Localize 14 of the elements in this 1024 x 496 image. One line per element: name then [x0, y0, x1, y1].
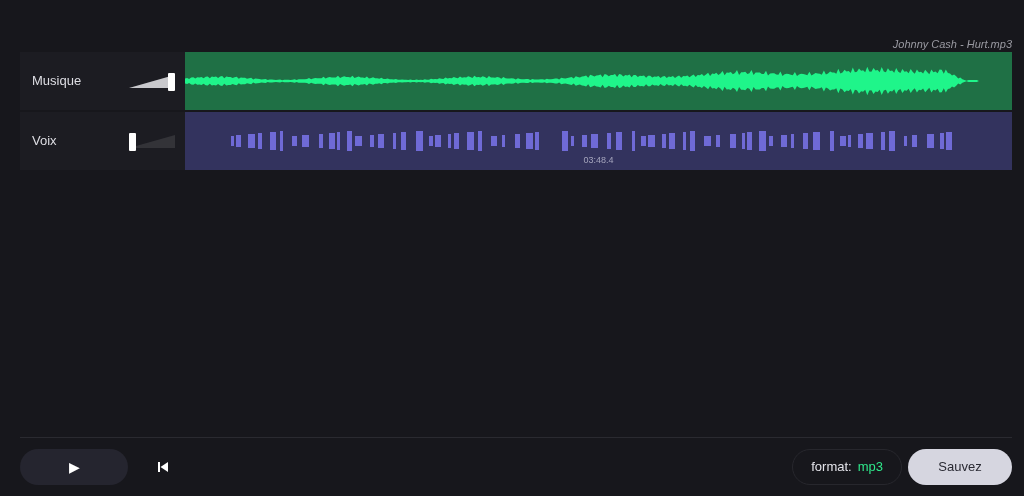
skip-back-button[interactable] — [156, 460, 170, 474]
volume-slider[interactable] — [129, 71, 175, 91]
track-name: Musique — [32, 72, 82, 91]
volume-thumb[interactable] — [168, 73, 175, 91]
format-value: mp3 — [857, 458, 883, 477]
volume-slider[interactable] — [129, 131, 175, 151]
file-name: Johnny Cash - Hurt.mp3 — [891, 37, 1012, 52]
play-button[interactable]: ▶ — [20, 449, 128, 485]
volume-thumb[interactable] — [129, 133, 136, 151]
save-button[interactable]: Sauvez — [908, 449, 1012, 485]
skip-back-icon — [158, 462, 168, 472]
time-label: 03:48.4 — [583, 153, 614, 167]
track-name: Voix — [32, 132, 57, 151]
format-label: format: — [811, 458, 852, 477]
